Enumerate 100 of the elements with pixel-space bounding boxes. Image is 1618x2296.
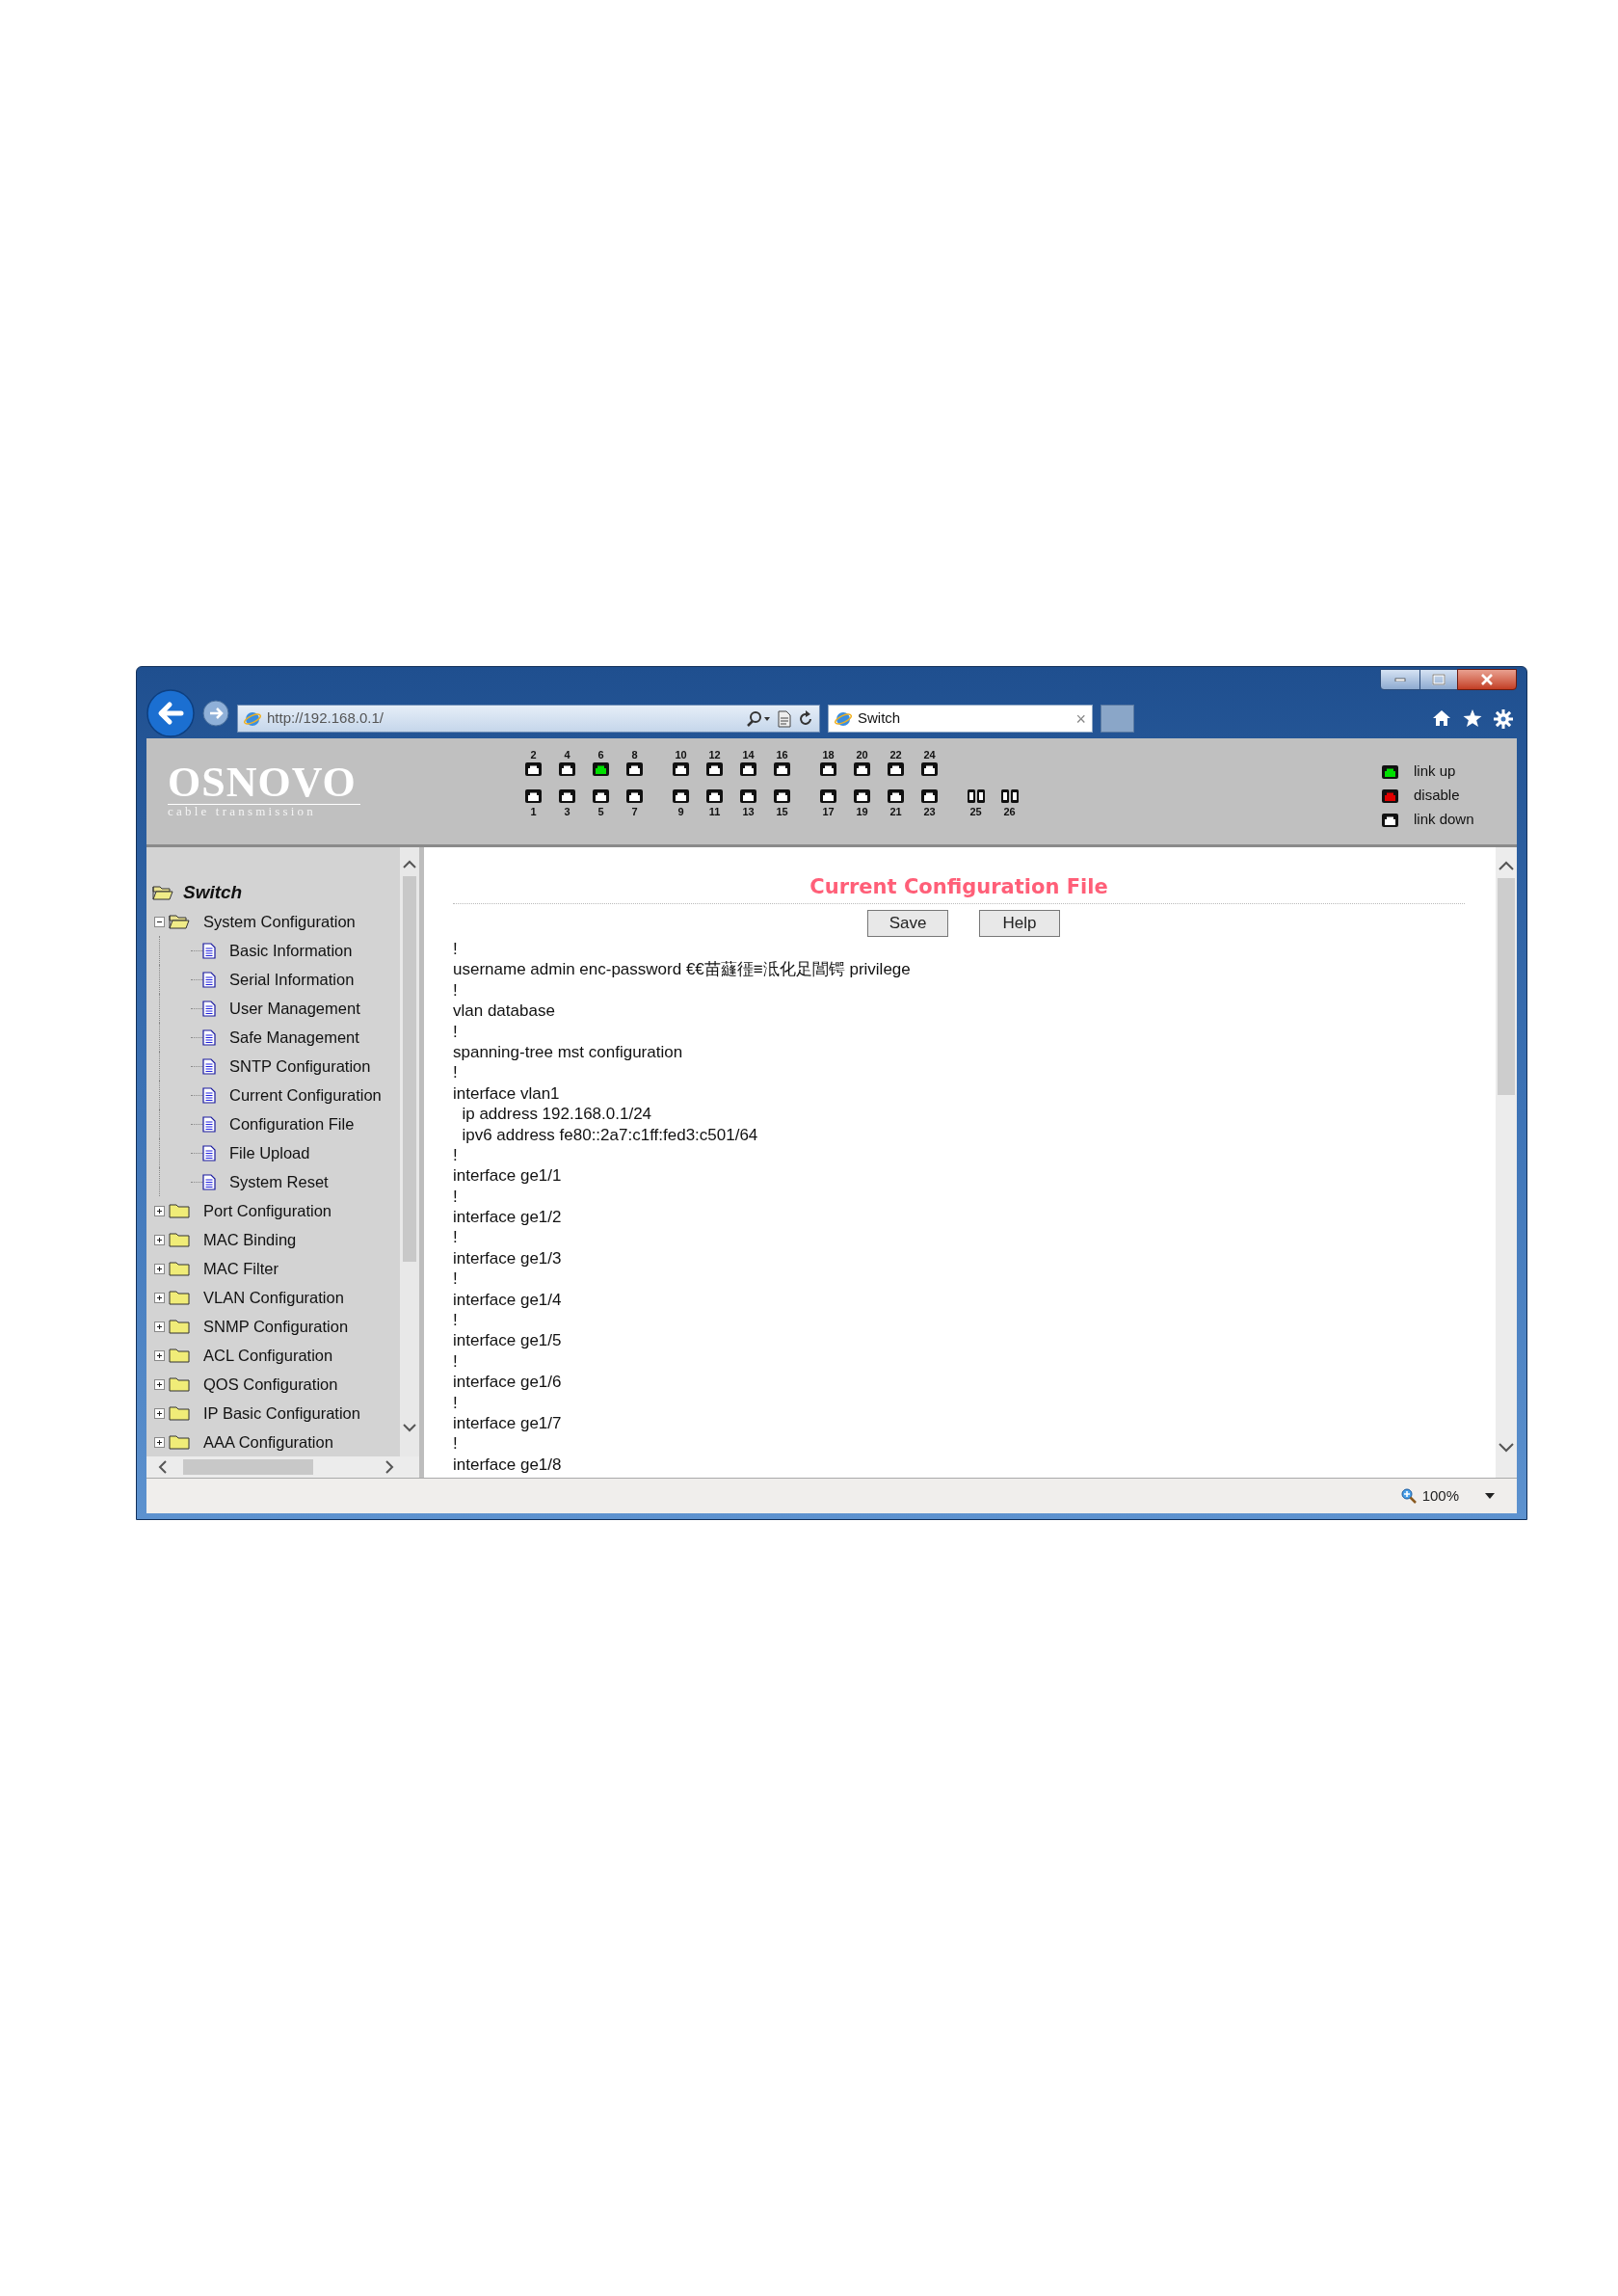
tree-item[interactable]: SNTP Configuration	[229, 1054, 371, 1079]
config-line: !	[453, 1186, 459, 1208]
browser-tab[interactable]: Switch ×	[828, 705, 1093, 733]
zoom-level[interactable]: 100%	[1421, 1484, 1459, 1508]
port-number: 20	[856, 748, 868, 761]
port-number: 8	[631, 748, 638, 761]
expand-icon[interactable]	[154, 1263, 165, 1274]
port-number: 6	[597, 748, 604, 761]
expand-icon[interactable]	[154, 1436, 165, 1448]
home-icon[interactable]	[1432, 709, 1451, 727]
config-line: !	[453, 1433, 459, 1455]
document-icon	[202, 1028, 216, 1046]
config-line: username admin enc-password €€苗蘕徰≡泜化足閶锷 privilege	[453, 959, 912, 980]
config-line: !	[453, 1392, 459, 1413]
tree-item[interactable]: AAA Configuration	[203, 1429, 333, 1455]
config-line: !	[453, 1144, 459, 1166]
settings-icon[interactable]	[1494, 709, 1513, 729]
scroll-up-icon[interactable]	[1499, 861, 1514, 870]
tree-item[interactable]: Port Configuration	[203, 1198, 332, 1223]
tree-item[interactable]: Serial Information	[229, 967, 355, 992]
forward-button[interactable]	[202, 700, 229, 727]
port-number: 9	[677, 805, 684, 818]
tree-item[interactable]: User Management	[229, 996, 360, 1021]
maximize-icon	[1432, 674, 1446, 685]
folder-icon	[169, 1433, 190, 1451]
scroll-down-icon[interactable]	[403, 1424, 416, 1433]
scroll-up-icon[interactable]	[403, 859, 416, 868]
port-number: 11	[708, 805, 721, 818]
action-button[interactable]: Save	[867, 910, 948, 937]
config-line: !	[453, 1310, 459, 1331]
expand-icon[interactable]	[154, 1378, 165, 1390]
zoom-icon[interactable]	[1400, 1488, 1417, 1504]
expand-icon[interactable]	[154, 1234, 165, 1245]
scroll-right-icon[interactable]	[385, 1460, 394, 1474]
folder-icon	[169, 1404, 190, 1422]
port-number: 15	[776, 805, 788, 818]
tree-item[interactable]: SNMP Configuration	[203, 1314, 349, 1339]
config-line: interface ge1/8	[453, 1454, 563, 1476]
scrollbar-thumb[interactable]	[403, 876, 416, 1262]
config-line: !	[453, 1350, 459, 1373]
scroll-down-icon[interactable]	[1499, 1443, 1514, 1453]
star-icon[interactable]	[1463, 709, 1482, 728]
folder-icon	[169, 1202, 190, 1219]
tree-item[interactable]: Safe Management	[229, 1025, 359, 1050]
folder-icon	[169, 1318, 190, 1335]
expand-icon[interactable]	[154, 1205, 165, 1216]
tree-item[interactable]: Current Configuration	[229, 1082, 382, 1108]
scrollbar-thumb[interactable]	[1498, 878, 1515, 1095]
dropdown-icon[interactable]	[1484, 1492, 1496, 1500]
refresh-icon[interactable]	[798, 709, 813, 728]
tree-item[interactable]: IP Basic Configuration	[203, 1401, 360, 1426]
legend-label: link down	[1414, 810, 1474, 830]
port-number: 26	[1003, 805, 1016, 818]
expand-icon[interactable]	[154, 1349, 165, 1361]
tree-item[interactable]: System Configuration	[203, 909, 356, 934]
folder-icon	[169, 1260, 190, 1277]
config-line: interface ge1/3	[453, 1247, 563, 1269]
document-icon	[202, 942, 216, 959]
tree-item[interactable]: MAC Binding	[203, 1227, 297, 1252]
document-icon	[202, 1144, 216, 1161]
page-title: Current Configuration File	[809, 874, 1109, 899]
close-button[interactable]	[1457, 669, 1517, 690]
vertical-scrollbar[interactable]	[400, 847, 419, 1456]
scroll-left-icon[interactable]	[158, 1460, 168, 1474]
expand-icon[interactable]	[154, 1292, 165, 1303]
tab-title: Switch	[858, 708, 902, 729]
search-icon[interactable]	[746, 709, 771, 728]
tree-item[interactable]: File Upload	[229, 1140, 310, 1165]
horizontal-scrollbar[interactable]	[146, 1456, 419, 1478]
tree-item[interactable]: ACL Configuration	[203, 1343, 333, 1368]
config-line: interface ge1/1	[453, 1165, 563, 1187]
back-button[interactable]	[146, 689, 195, 737]
globe-icon	[244, 709, 261, 728]
tree-item[interactable]: MAC Filter	[203, 1256, 279, 1281]
port-number: 13	[742, 805, 755, 818]
tree-item[interactable]: QOS Configuration	[203, 1372, 338, 1397]
port-number: 23	[923, 805, 936, 818]
minimize-button[interactable]	[1380, 669, 1420, 690]
close-tab-button[interactable]: ×	[1075, 709, 1086, 728]
tree-item[interactable]: Configuration File	[229, 1111, 355, 1136]
scrollbar-thumb[interactable]	[183, 1459, 313, 1475]
vertical-scrollbar[interactable]	[1496, 847, 1517, 1478]
action-button[interactable]: Help	[979, 910, 1060, 937]
page-icon[interactable]	[777, 709, 792, 728]
expand-icon[interactable]	[154, 1407, 165, 1419]
config-line: interface ge1/6	[453, 1372, 563, 1393]
port-number: 17	[822, 805, 835, 818]
collapse-icon[interactable]	[154, 916, 165, 927]
tree-item[interactable]: System Reset	[229, 1169, 329, 1194]
tree-item[interactable]: Basic Information	[229, 938, 353, 963]
config-line: interface ge1/7	[453, 1413, 563, 1434]
expand-icon[interactable]	[154, 1321, 165, 1332]
legend-label: link up	[1414, 761, 1456, 782]
address-bar[interactable]: http://192.168.0.1/	[237, 705, 820, 733]
config-line: interface ge1/4	[453, 1289, 563, 1311]
tree-item[interactable]: VLAN Configuration	[203, 1285, 344, 1310]
maximize-button[interactable]	[1420, 669, 1457, 690]
config-line: !	[453, 939, 459, 960]
tree-root[interactable]: Switch	[183, 878, 243, 907]
close-icon	[1480, 674, 1494, 685]
